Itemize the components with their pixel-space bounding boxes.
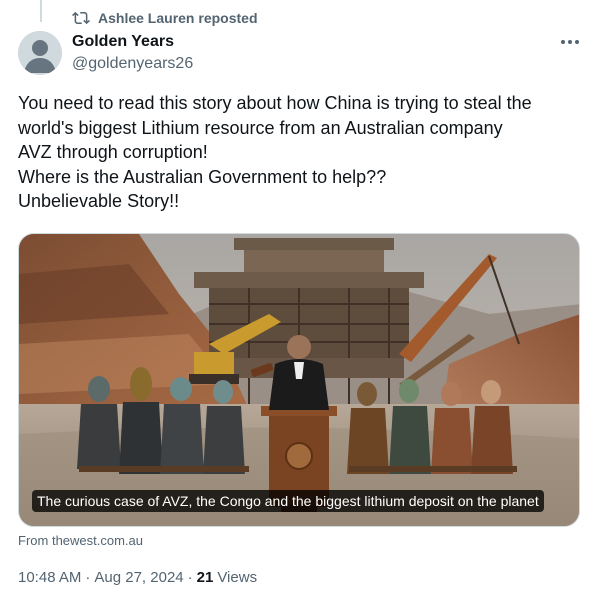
tweet-time[interactable]: 10:48 AM bbox=[18, 569, 81, 586]
thread-connector-line bbox=[40, 0, 42, 22]
link-preview-card[interactable]: The curious case of AVZ, the Congo and t… bbox=[18, 233, 580, 527]
meta-separator: · bbox=[85, 569, 91, 586]
repost-icon bbox=[72, 11, 90, 25]
author-avatar[interactable] bbox=[18, 31, 62, 75]
tweet-line: Where is the Australian Government to he… bbox=[18, 166, 387, 187]
author-handle[interactable]: @goldenyears26 bbox=[72, 53, 193, 75]
tweet-text: You need to read this story about how Ch… bbox=[18, 91, 588, 214]
default-avatar-icon bbox=[18, 31, 62, 75]
author-display-name[interactable]: Golden Years bbox=[72, 32, 193, 52]
source-prefix: From bbox=[18, 533, 52, 548]
more-options-icon bbox=[561, 40, 565, 44]
views-count: 21 bbox=[196, 569, 214, 586]
source-link[interactable]: From thewest.com.au bbox=[18, 533, 143, 548]
author-block: Golden Years @goldenyears26 bbox=[72, 32, 193, 75]
meta-separator: · bbox=[187, 569, 193, 586]
more-options-button[interactable] bbox=[556, 32, 584, 52]
repost-label: Ashlee Lauren reposted bbox=[98, 10, 258, 26]
repost-indicator[interactable]: Ashlee Lauren reposted bbox=[72, 8, 258, 28]
tweet-line: You need to read this story about how Ch… bbox=[18, 93, 532, 113]
tweet-line: world's biggest Lithium resource from an… bbox=[18, 117, 503, 138]
views-label: Views bbox=[217, 569, 258, 586]
more-dot bbox=[575, 40, 579, 44]
tweet-metadata: 10:48 AM · Aug 27, 2024 · 21 Views bbox=[18, 569, 257, 586]
more-dot bbox=[568, 40, 572, 44]
tweet-line: AVZ through corruption! bbox=[18, 142, 208, 162]
source-domain: thewest.com.au bbox=[51, 533, 143, 548]
tweet-date[interactable]: Aug 27, 2024 bbox=[94, 569, 183, 586]
tweet-line: Unbelievable Story!! bbox=[18, 191, 180, 211]
card-caption: The curious case of AVZ, the Congo and t… bbox=[32, 490, 544, 512]
mining-site-illustration bbox=[19, 234, 579, 526]
